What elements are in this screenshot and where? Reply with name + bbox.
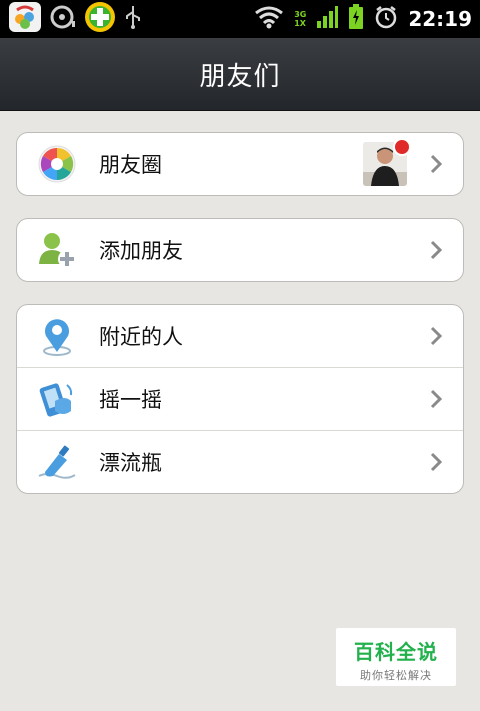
chevron-right-icon [429, 388, 443, 410]
shake-label: 摇一摇 [99, 388, 162, 412]
moments-group: 朋友圈 [16, 132, 464, 196]
list-item-add-friend[interactable]: 添加朋友 [17, 219, 463, 281]
add-plus-icon [84, 1, 116, 37]
page-title: 朋友们 [199, 61, 281, 92]
network-type-bottom: 1X [294, 19, 306, 28]
network-type-top: 3G [294, 10, 307, 19]
chevron-right-icon [429, 153, 443, 175]
location-pin-icon [37, 316, 77, 356]
shake-phone-icon [37, 379, 77, 419]
list-item-people-nearby[interactable]: 附近的人 [17, 305, 463, 368]
status-right-icons: 3G 1X 22:19 [254, 3, 472, 35]
watermark: 百科全说 助你轻松解决 [336, 628, 456, 686]
watermark-sub: 助你轻松解决 [360, 669, 432, 682]
status-bar: 3G 1X 22:19 [0, 0, 480, 38]
chevron-right-icon [429, 239, 443, 261]
drift-bottle-icon [37, 442, 77, 482]
list-item-moments[interactable]: 朋友圈 [17, 133, 463, 195]
usb-icon [124, 4, 142, 34]
moments-icon [37, 144, 77, 184]
chevron-right-icon [429, 451, 443, 473]
moments-label: 朋友圈 [99, 153, 162, 177]
add-friend-group: 添加朋友 [16, 218, 464, 282]
alarm-icon [374, 5, 398, 33]
watermark-main: 百科全说 [354, 640, 438, 664]
list-item-drift-bottle[interactable]: 漂流瓶 [17, 431, 463, 493]
sd-card-icon [50, 4, 76, 34]
signal-icon [316, 5, 339, 33]
chevron-right-icon [429, 325, 443, 347]
new-post-red-dot [393, 138, 411, 156]
status-time: 22:19 [408, 7, 472, 31]
status-left-icons [8, 1, 142, 37]
app-store-icon [8, 1, 42, 37]
wifi-icon [254, 5, 284, 33]
title-bar: 朋友们 [0, 38, 480, 111]
people-nearby-label: 附近的人 [99, 325, 183, 349]
add-friend-label: 添加朋友 [99, 239, 183, 263]
network-type: 3G 1X [294, 10, 306, 28]
drift-bottle-label: 漂流瓶 [99, 451, 162, 475]
discover-group: 附近的人 摇一摇 漂流瓶 [16, 304, 464, 494]
battery-charging-icon [348, 4, 364, 34]
add-friend-icon [37, 230, 77, 270]
list-item-shake[interactable]: 摇一摇 [17, 368, 463, 431]
